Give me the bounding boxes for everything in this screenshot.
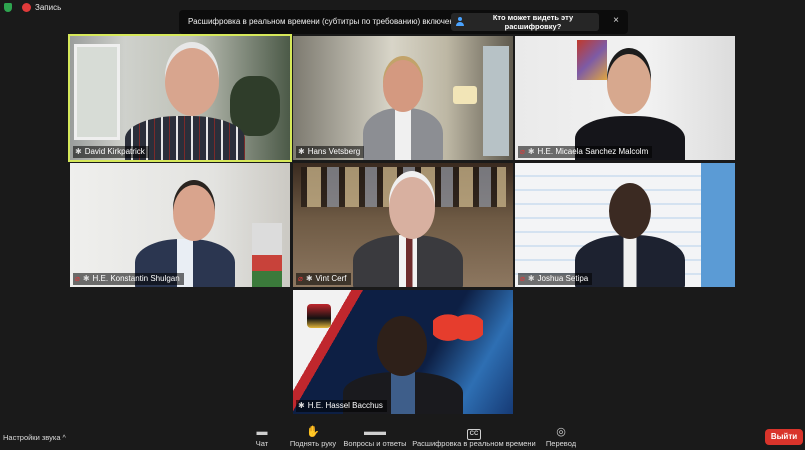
raise-hand-icon: ✋ — [306, 426, 320, 438]
security-shield-icon[interactable] — [4, 3, 12, 12]
pin-icon: ✱ — [298, 401, 305, 410]
participant-head — [173, 185, 215, 241]
participant-name: Vint Cerf — [315, 274, 347, 283]
participant-head — [377, 316, 427, 376]
chat-label: Чат — [255, 439, 269, 448]
participant-video — [363, 108, 443, 160]
video-tile-vint-cerf[interactable]: ⌀ ✱ Vint Cerf — [293, 163, 513, 287]
participant-name: H.E. Konstantin Shulgan — [92, 274, 180, 283]
muted-mic-icon: ⌀ — [520, 147, 525, 156]
leave-button[interactable]: Выйти — [765, 429, 803, 445]
recording-icon — [22, 3, 31, 12]
participant-name-tag: ⌀ ✱ H.E. Micaela Sanchez Malcolm — [518, 146, 653, 158]
translate-label: Перевод — [545, 439, 577, 448]
participant-head — [383, 60, 423, 112]
video-tile-hassel-bacchus[interactable]: ✱ H.E. Hassel Bacchus — [293, 290, 513, 414]
un-flag — [701, 163, 735, 287]
video-tile-micaela-sanchez-malcolm[interactable]: ⌀ ✱ H.E. Micaela Sanchez Malcolm — [515, 36, 735, 160]
participant-name-tag: ⌀ ✱ H.E. Konstantin Shulgan — [73, 273, 184, 285]
participant-name-tag: ✱ H.E. Hassel Bacchus — [296, 400, 387, 412]
close-icon[interactable]: × — [613, 15, 619, 26]
video-tile-konstantin-shulgan[interactable]: ⌀ ✱ H.E. Konstantin Shulgan — [70, 163, 290, 287]
lamp — [453, 86, 477, 104]
globe-icon: ◎ — [556, 426, 566, 438]
participant-video — [353, 235, 463, 287]
participant-name: H.E. Micaela Sanchez Malcolm — [537, 147, 649, 156]
participant-head — [165, 48, 219, 116]
participant-name-tag: ⌀ ✱ Joshua Setipa — [518, 273, 593, 285]
transcript-notification-banner: Расшифровка в реальном времени (субтитры… — [179, 10, 628, 34]
participant-name-tag: ✱ David Kirkpatrick — [73, 146, 149, 158]
who-can-see-transcript-label: Кто может видеть эту расшифровку? — [492, 13, 574, 31]
participant-name-tag: ✱ Hans Vetsberg — [296, 146, 365, 158]
participant-name: Hans Vetsberg — [307, 147, 361, 156]
muted-mic-icon: ⌀ — [520, 274, 525, 283]
muted-mic-icon: ⌀ — [298, 274, 303, 283]
translate-button[interactable]: ◎ Перевод — [544, 425, 578, 448]
cc-icon: CC — [412, 425, 536, 440]
qa-icon: ▬▬ — [364, 426, 386, 438]
window-frame — [74, 44, 120, 140]
participant-name-tag: ⌀ ✱ Vint Cerf — [296, 273, 351, 285]
pin-icon: ✱ — [75, 147, 82, 156]
qa-label: Вопросы и ответы — [343, 439, 407, 448]
who-can-see-transcript-button[interactable]: Кто может видеть эту расшифровку? — [451, 13, 599, 31]
chevron-up-icon: ^ — [62, 435, 66, 442]
person-icon — [456, 17, 464, 26]
muted-mic-icon: ⌀ — [75, 274, 80, 283]
chat-button[interactable]: ▬ Чат — [247, 425, 277, 448]
recording-label: Запись — [35, 3, 62, 12]
meeting-toolbar: Настройки звука ^ ▬ Чат ✋ Поднять руку ▬▬… — [0, 418, 805, 450]
participant-head — [609, 183, 651, 239]
participant-name: H.E. Hassel Bacchus — [307, 401, 383, 410]
butterfly-graphic — [433, 310, 483, 354]
wall-art — [577, 40, 607, 80]
participant-name: Joshua Setipa — [537, 274, 589, 283]
participant-head — [607, 54, 651, 114]
pin-icon: ✱ — [82, 274, 90, 283]
audio-settings-button[interactable]: Настройки звука ^ — [3, 433, 66, 442]
video-tile-joshua-setipa[interactable]: ⌀ ✱ Joshua Setipa — [515, 163, 735, 287]
video-tile-hans-vetsberg[interactable]: ✱ Hans Vetsberg — [293, 36, 513, 160]
flag — [252, 223, 282, 287]
pin-icon: ✱ — [298, 147, 305, 156]
qa-button[interactable]: ▬▬ Вопросы и ответы — [342, 425, 408, 448]
video-tile-david-kirkpatrick[interactable]: ✱ David Kirkpatrick — [68, 34, 292, 162]
live-transcript-label: Расшифровка в реальном времени — [412, 439, 536, 448]
participant-name: David Kirkpatrick — [84, 147, 145, 156]
banner-text: Расшифровка в реальном времени (субтитры… — [188, 17, 459, 26]
pin-icon: ✱ — [305, 274, 313, 283]
chat-icon: ▬ — [256, 426, 268, 438]
audio-settings-label: Настройки звука — [3, 433, 61, 442]
pin-icon: ✱ — [527, 274, 535, 283]
pin-icon: ✱ — [527, 147, 535, 156]
live-transcript-button[interactable]: CC Расшифровка в реальном времени — [412, 425, 536, 448]
participant-head — [389, 177, 435, 239]
raise-hand-label: Поднять руку — [289, 439, 337, 448]
raise-hand-button[interactable]: ✋ Поднять руку — [287, 425, 339, 448]
window — [483, 46, 509, 156]
coat-of-arms-emblem — [307, 304, 331, 328]
